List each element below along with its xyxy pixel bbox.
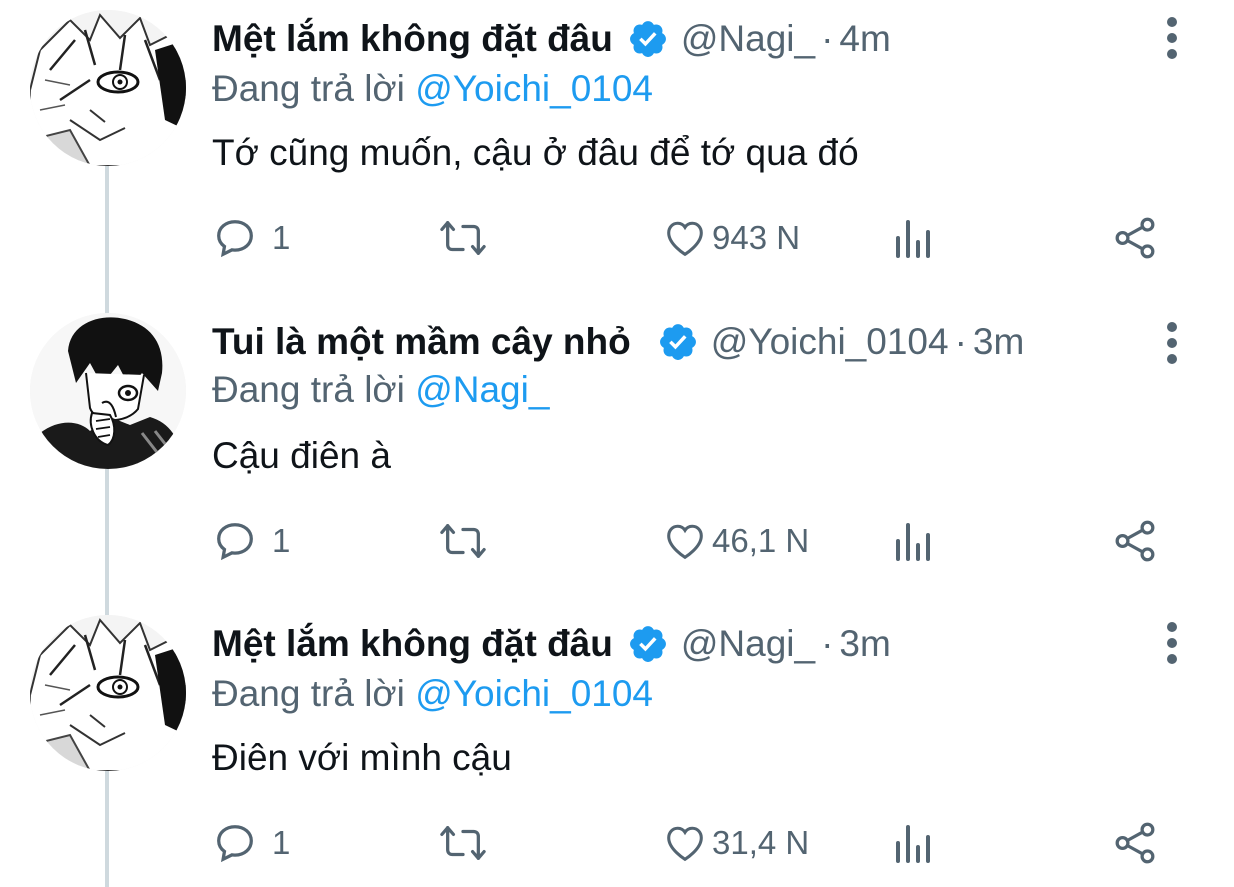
like-count: 46,1 N [712,522,810,559]
retweet-arrows-icon [440,524,486,558]
heart-outline-icon [667,826,703,862]
avatar[interactable] [30,10,186,166]
vertical-dots-icon[interactable] [1162,621,1182,665]
display-name[interactable]: Tui là một mầm cây nhỏ [212,317,631,367]
share-button[interactable] [1112,517,1158,565]
retweet-button[interactable] [437,214,489,262]
like-count: 943 N [712,219,801,256]
speech-bubble-icon [217,220,253,258]
reply-thread: Mệt lắm không đặt đâu @Nagi_ · 4m Đang t… [0,0,1234,887]
display-name[interactable]: Mệt lắm không đặt đâu [212,14,613,64]
tweet[interactable]: Mệt lắm không đặt đâu @Nagi_ · 4m Đang t… [0,0,1234,303]
separator-dot: · [821,18,834,59]
tweet-text: Điên với mình cậu [212,737,512,778]
retweet-button[interactable] [437,819,489,867]
verified-badge-icon [627,18,669,60]
verified-badge-icon [657,321,699,363]
replying-to: Đang trả lời @Nagi_ [212,365,549,415]
heart-outline-icon [667,221,703,257]
like-button[interactable]: 943 N [662,214,800,262]
tweet[interactable]: Tui là một mầm cây nhỏ @Yoichi_0104 · 3m… [0,303,1234,606]
timestamp[interactable]: 4m [839,14,890,64]
replying-to-label: Đang trả lời [212,673,405,714]
replying-to-label: Đang trả lời [212,369,405,410]
like-button[interactable]: 31,4 N [662,819,809,867]
replying-to-label: Đang trả lời [212,68,405,109]
replying-to: Đang trả lời @Yoichi_0104 [212,64,653,114]
reply-button[interactable]: 1 [212,819,290,867]
vertical-dots-icon[interactable] [1162,321,1182,365]
speech-bubble-icon [217,523,253,561]
reply-button[interactable]: 1 [212,517,290,565]
retweet-button[interactable] [437,517,489,565]
views-button[interactable] [892,819,932,867]
timestamp[interactable]: 3m [839,619,890,669]
views-button[interactable] [892,517,932,565]
user-handle[interactable]: @Yoichi_0104 [711,317,949,367]
avatar[interactable] [30,313,186,469]
replying-to: Đang trả lời @Yoichi_0104 [212,669,653,719]
share-button[interactable] [1112,819,1158,867]
avatar[interactable] [30,615,186,771]
vertical-dots-icon[interactable] [1162,16,1182,60]
reply-count: 1 [272,219,291,256]
tweet-actions: 1 943 N [212,214,1172,262]
reply-count: 1 [272,824,291,861]
retweet-arrows-icon [440,221,486,255]
verified-badge-icon [627,623,669,665]
tweet-actions: 1 46,1 N [212,517,1172,565]
separator-dot: · [954,321,967,362]
user-handle[interactable]: @Nagi_ [681,14,815,64]
views-button[interactable] [892,214,932,262]
share-nodes-icon [1115,217,1155,259]
mention-link[interactable]: @Yoichi_0104 [415,68,653,109]
share-nodes-icon [1115,520,1155,562]
mention-link[interactable]: @Nagi_ [415,369,549,410]
tweet-header: Mệt lắm không đặt đâu @Nagi_ · 4m [212,14,1154,64]
like-button[interactable]: 46,1 N [662,517,809,565]
tweet[interactable]: Mệt lắm không đặt đâu @Nagi_ · 3m Đang t… [0,605,1234,887]
tweet-text: Cậu điên à [212,435,391,476]
tweet-header: Mệt lắm không đặt đâu @Nagi_ · 3m [212,619,1154,669]
bar-chart-icon [896,220,930,258]
bar-chart-icon [896,523,930,561]
speech-bubble-icon [217,825,253,863]
share-nodes-icon [1115,822,1155,864]
tweet-text: Tớ cũng muốn, cậu ở đâu để tớ qua đó [212,132,859,173]
reply-button[interactable]: 1 [212,214,290,262]
reply-count: 1 [272,522,291,559]
separator-dot: · [821,623,834,664]
display-name[interactable]: Mệt lắm không đặt đâu [212,619,613,669]
tweet-header: Tui là một mầm cây nhỏ @Yoichi_0104 · 3m [212,317,1154,367]
user-handle[interactable]: @Nagi_ [681,619,815,669]
retweet-arrows-icon [440,826,486,860]
bar-chart-icon [896,825,930,863]
timestamp[interactable]: 3m [973,317,1024,367]
mention-link[interactable]: @Yoichi_0104 [415,673,653,714]
heart-outline-icon [667,524,703,560]
tweet-actions: 1 31,4 N [212,819,1172,867]
like-count: 31,4 N [712,824,810,861]
share-button[interactable] [1112,214,1158,262]
